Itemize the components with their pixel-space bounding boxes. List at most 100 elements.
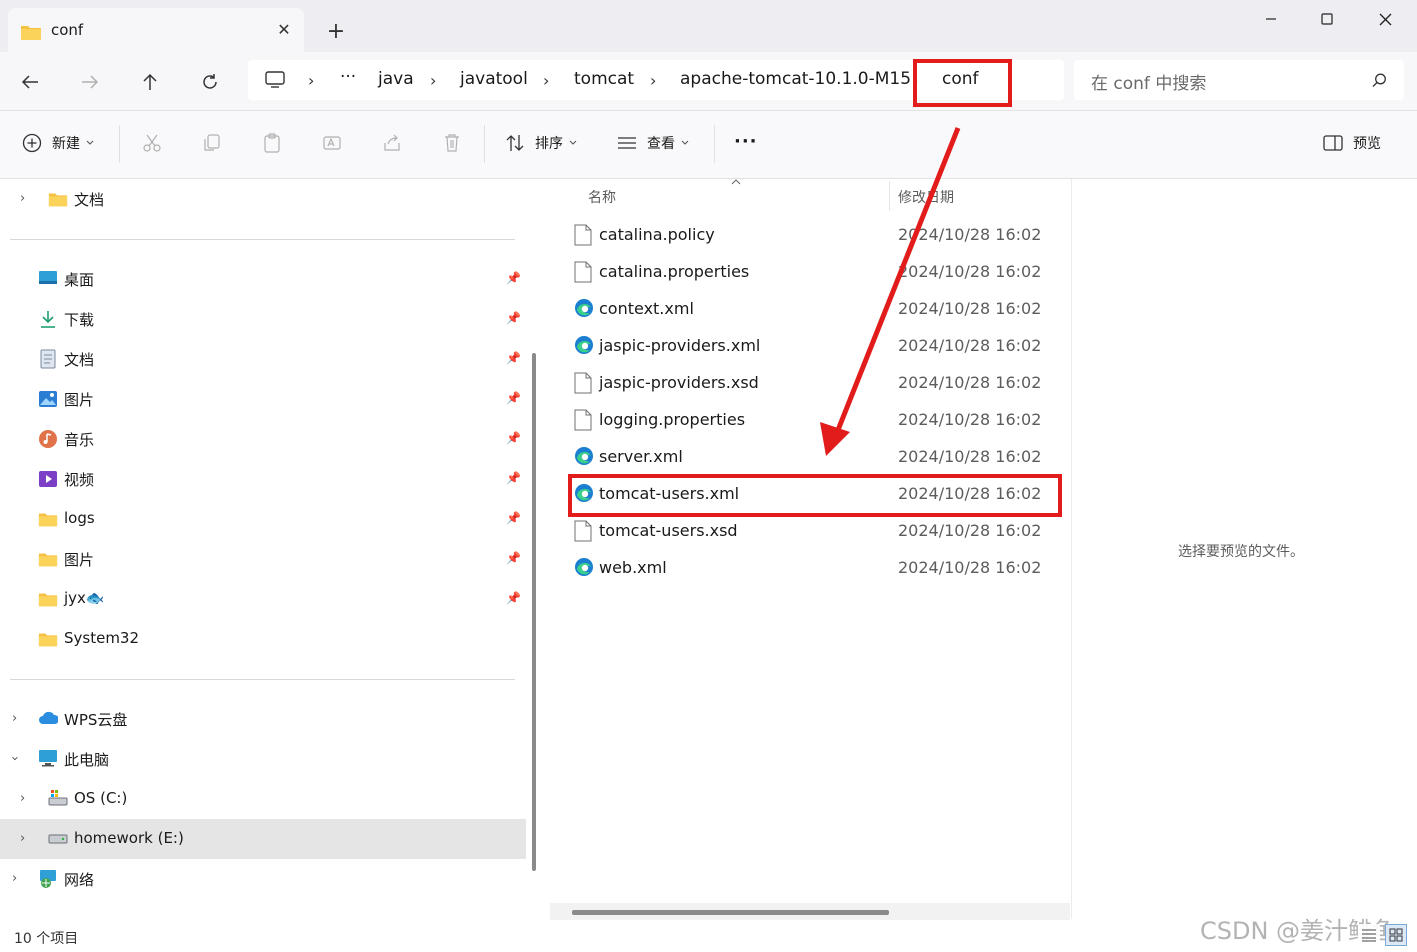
forward-button[interactable]: [74, 66, 106, 98]
pin-icon[interactable]: 📌: [506, 471, 521, 485]
sidebar-item-label: WPS云盘: [64, 711, 128, 729]
preview-pane-button[interactable]: 预览: [1323, 133, 1381, 153]
pin-icon[interactable]: 📌: [506, 271, 521, 285]
pin-icon[interactable]: 📌: [506, 551, 521, 565]
sidebar-item-label: 文档: [74, 191, 105, 209]
toolbar-divider: [484, 125, 485, 163]
chevron-right-icon: ›: [20, 831, 26, 846]
column-divider[interactable]: [889, 181, 890, 211]
details-view-button[interactable]: [1358, 924, 1380, 946]
tab-conf[interactable]: conf ✕: [8, 8, 304, 52]
pin-icon[interactable]: 📌: [506, 591, 521, 605]
pin-icon[interactable]: 📌: [506, 431, 521, 445]
file-row[interactable]: jaspic-providers.xsd 2024/10/28 16:02: [566, 365, 1066, 402]
tiles-view-button[interactable]: [1385, 924, 1407, 946]
column-header-date[interactable]: 修改日期: [898, 187, 954, 207]
breadcrumb-tomcat[interactable]: tomcat: [574, 69, 634, 89]
refresh-icon: [203, 74, 217, 89]
file-row[interactable]: web.xml 2024/10/28 16:02: [566, 550, 1066, 587]
list-view-icon: [618, 137, 636, 149]
file-row[interactable]: catalina.policy 2024/10/28 16:02: [566, 217, 1066, 254]
sidebar-item-label: 此电脑: [64, 751, 110, 769]
file-name: catalina.properties: [599, 262, 750, 281]
sidebar-item-videos[interactable]: 视频 📌: [0, 459, 526, 499]
document-icon: [40, 349, 56, 369]
folder-icon: [38, 513, 58, 527]
sidebar-item-drive-e[interactable]: › homework (E:): [0, 819, 526, 859]
file-row[interactable]: logging.properties 2024/10/28 16:02: [566, 402, 1066, 439]
paste-button[interactable]: [262, 133, 282, 153]
minimize-button[interactable]: [1242, 0, 1300, 38]
pin-icon[interactable]: 📌: [506, 391, 521, 405]
breadcrumb-apache-tomcat[interactable]: apache-tomcat-10.1.0-M15: [680, 69, 911, 89]
computer-icon: [39, 750, 57, 767]
maximize-button[interactable]: [1298, 0, 1356, 38]
video-icon: [39, 471, 57, 487]
sidebar-item-jyx[interactable]: jyx🐟 📌: [0, 579, 526, 619]
new-tab-button[interactable]: +: [322, 18, 350, 46]
sidebar-item-documents[interactable]: 文档 📌: [0, 339, 526, 379]
sidebar-item-logs[interactable]: logs 📌: [0, 499, 526, 539]
view-button[interactable]: 查看: [617, 133, 689, 153]
rename-button[interactable]: [322, 133, 342, 153]
share-icon: [384, 134, 400, 151]
sidebar-item-this-pc[interactable]: › 此电脑: [0, 739, 526, 779]
search-icon: [1372, 73, 1386, 87]
file-row[interactable]: tomcat-users.xsd 2024/10/28 16:02: [566, 513, 1066, 550]
sidebar-item-label: System32: [64, 629, 140, 647]
details-view-icon: [1362, 929, 1376, 942]
sort-button[interactable]: 排序: [505, 133, 577, 153]
share-button[interactable]: [382, 133, 402, 153]
file-modified-date: 2024/10/28 16:02: [898, 299, 1042, 318]
sidebar-item-label: 桌面: [64, 271, 95, 289]
sidebar-divider: [10, 239, 515, 240]
music-icon: [39, 430, 57, 448]
chevron-right-icon: ›: [20, 191, 26, 206]
sidebar-item-music[interactable]: 音乐 📌: [0, 419, 526, 459]
pin-icon[interactable]: 📌: [506, 511, 521, 525]
delete-button[interactable]: [442, 133, 462, 153]
view-button-label: 查看: [647, 136, 675, 152]
file-name: jaspic-providers.xml: [599, 336, 761, 355]
sidebar-item-wps-cloud[interactable]: › WPS云盘: [0, 699, 526, 739]
tab-close-button[interactable]: ✕: [272, 17, 296, 41]
sidebar-item-drive-c[interactable]: › OS (C:): [0, 779, 526, 819]
sidebar-item-pictures[interactable]: 图片 📌: [0, 379, 526, 419]
copy-button[interactable]: [202, 133, 222, 153]
sidebar-item-documents-top[interactable]: › 文档: [0, 179, 526, 219]
pin-icon[interactable]: 📌: [506, 311, 521, 325]
more-options-button[interactable]: ···: [734, 131, 758, 152]
sidebar-scrollbar[interactable]: [532, 353, 536, 871]
file-row[interactable]: catalina.properties 2024/10/28 16:02: [566, 254, 1066, 291]
file-row[interactable]: server.xml 2024/10/28 16:02: [566, 439, 1066, 476]
sidebar-item-desktop[interactable]: 桌面 📌: [0, 259, 526, 299]
file-modified-date: 2024/10/28 16:02: [898, 521, 1042, 540]
arrow-right-icon: [82, 75, 99, 89]
horizontal-scrollbar[interactable]: [572, 910, 889, 915]
up-button[interactable]: [134, 66, 166, 98]
navigation-bar: › ··· java › javatool › tomcat › apache-…: [0, 52, 1417, 111]
maximize-icon: [1321, 13, 1333, 25]
close-window-button[interactable]: [1356, 0, 1414, 38]
breadcrumb-javatool[interactable]: javatool: [460, 69, 528, 89]
file-row[interactable]: jaspic-providers.xml 2024/10/28 16:02: [566, 328, 1066, 365]
breadcrumb-overflow-button[interactable]: ···: [340, 67, 356, 87]
search-box[interactable]: 在 conf 中搜索: [1074, 60, 1404, 100]
refresh-button[interactable]: [194, 66, 226, 98]
new-button[interactable]: 新建: [22, 133, 94, 153]
rename-icon: [323, 136, 341, 150]
cut-button[interactable]: [142, 133, 162, 153]
column-header-name[interactable]: 名称: [588, 187, 616, 207]
sidebar-item-system32[interactable]: System32: [0, 619, 526, 659]
toolbar-divider: [714, 125, 715, 163]
sidebar-item-downloads[interactable]: 下载 📌: [0, 299, 526, 339]
trash-icon: [445, 134, 459, 152]
desktop-icon: [39, 271, 57, 284]
sidebar-item-pictures-folder[interactable]: 图片 📌: [0, 539, 526, 579]
pin-icon[interactable]: 📌: [506, 351, 521, 365]
sidebar-item-network[interactable]: › 网络: [0, 859, 526, 899]
back-button[interactable]: [14, 66, 46, 98]
file-row[interactable]: context.xml 2024/10/28 16:02: [566, 291, 1066, 328]
breadcrumb-java[interactable]: java: [378, 69, 414, 89]
breadcrumb-separator: ›: [543, 71, 550, 90]
